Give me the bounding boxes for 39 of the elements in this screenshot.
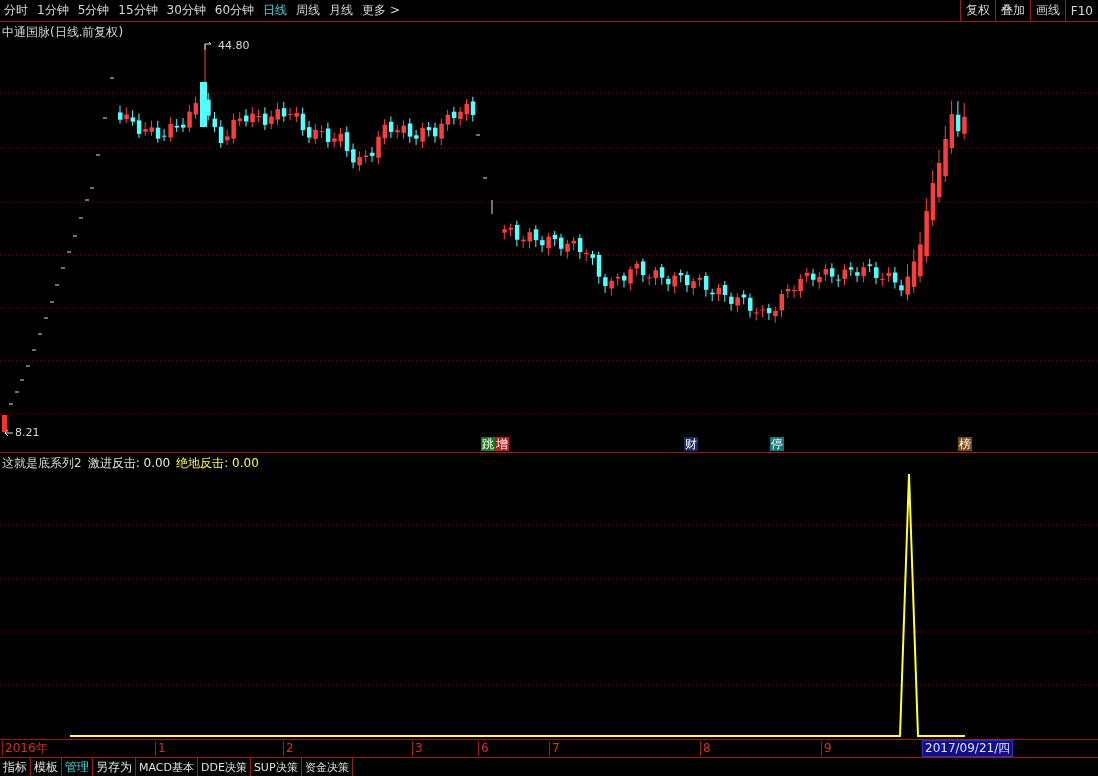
event-tag[interactable]: 财 [684, 437, 698, 451]
axis-label: 2016年 [2, 741, 48, 756]
toolbar-button[interactable]: F10 [1064, 0, 1098, 21]
axis-label: 2 [283, 741, 294, 756]
toolbar-button[interactable]: 叠加 [994, 0, 1030, 21]
chart-title: 中通国脉(日线.前复权) [2, 24, 124, 41]
period-tab[interactable]: 分时 [4, 2, 28, 19]
indicator-name: 这就是底系列2 [2, 455, 82, 472]
indicator-tab[interactable]: 指标 [0, 758, 31, 776]
period-tab[interactable]: 1分钟 [37, 2, 69, 19]
axis-label: 9 [821, 741, 832, 756]
date-label: 2017/09/21/四 [922, 740, 1014, 757]
arrow-icon [4, 429, 14, 437]
period-tab[interactable]: 日线 [263, 2, 288, 19]
low-price-label: 8.21 [15, 426, 40, 439]
axis-label: 6 [478, 741, 489, 756]
event-tag[interactable]: 榜 [958, 437, 972, 451]
pointer-icon [204, 41, 212, 51]
period-tab[interactable]: 15分钟 [118, 2, 158, 19]
axis-label: 7 [549, 741, 560, 756]
axis-label: 8 [700, 741, 711, 756]
indicator-tab[interactable]: 管理 [62, 758, 93, 776]
event-tag[interactable]: 跳 [481, 437, 495, 451]
indicator-value: 激进反击: 0.00 [87, 455, 171, 472]
axis-label: 3 [412, 741, 423, 756]
period-tab[interactable]: 月线 [329, 2, 354, 19]
period-tab[interactable]: 30分钟 [166, 2, 206, 19]
period-tab[interactable]: 更多 > [362, 2, 400, 19]
axis-label: 1 [155, 741, 166, 756]
event-tag[interactable]: 停 [770, 437, 784, 451]
period-tab[interactable]: 60分钟 [214, 2, 255, 19]
indicator-value: 绝地反击: 0.00 [176, 455, 259, 472]
toolbar-button[interactable]: 复权 [959, 0, 995, 21]
period-tab[interactable]: 5分钟 [77, 2, 110, 19]
high-price-label: 44.80 [218, 39, 250, 52]
event-tag[interactable]: 增 [495, 437, 509, 451]
indicator-tab[interactable]: 模板 [31, 758, 62, 776]
toolbar-button[interactable]: 画线 [1029, 0, 1065, 21]
period-tab[interactable]: 周线 [296, 2, 321, 19]
